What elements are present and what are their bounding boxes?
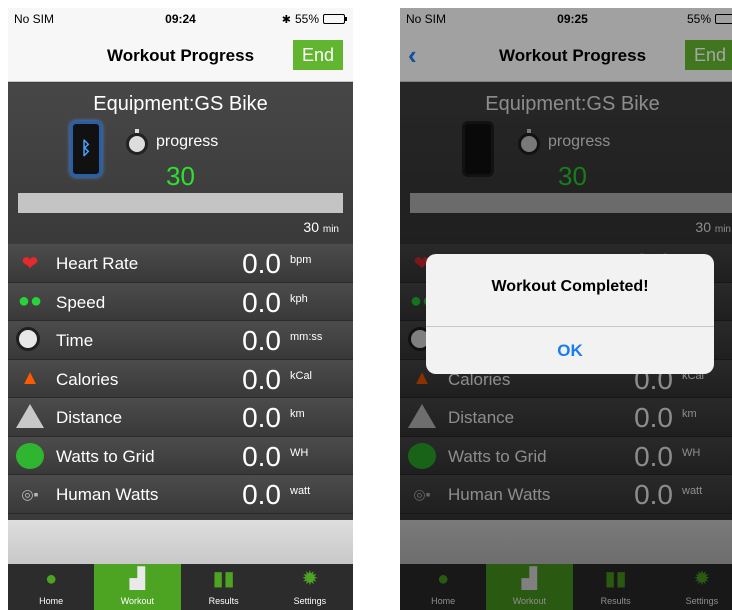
metric-value: 0.0 (242, 325, 281, 356)
duration-label: 30 min (303, 219, 339, 235)
duration-unit: min (322, 224, 339, 235)
road-icon (16, 404, 44, 428)
metric-label: Distance (56, 408, 123, 427)
metric-value: 0.0 (242, 440, 281, 472)
tab-bar: ● Home ▟ Workout ▮▮ Results ✹ Settings (8, 564, 353, 610)
human-watts-icon: ◎▪ (21, 485, 39, 502)
settings-icon: ✹ (301, 568, 319, 590)
equipment-panel: Equipment:GS Bike ᛒ progress 30 30 min (8, 83, 353, 241)
metric-label: Watts to Grid (56, 446, 155, 466)
metric-unit: watt (290, 485, 311, 497)
workout-screen-left: No SIM 09:24 ✱ 55% Workout Progress End … (8, 8, 353, 610)
workout-completed-alert: Workout Completed! OK (426, 254, 714, 374)
status-bar: No SIM 09:24 ✱ 55% (8, 8, 353, 30)
tab-label: Workout (120, 596, 155, 606)
metric-unit: mm:ss (290, 331, 323, 343)
stopwatch-icon (126, 129, 148, 155)
progress-value: 30 (166, 161, 195, 191)
metric-value: 0.0 (242, 479, 281, 510)
tab-label: Settings (293, 596, 327, 606)
results-icon: ▮▮ (212, 568, 235, 590)
nav-bar: Workout Progress End (8, 30, 353, 82)
stopwatch-icon (16, 327, 40, 351)
alert-ok-button[interactable]: OK (426, 327, 714, 374)
equipment-name: Equipment:GS Bike (93, 93, 268, 115)
metrics-list: ❤ Heart Rate 0.0 bpm ●● Speed 0.0 kph Ti… (8, 244, 353, 514)
metric-label: Human Watts (56, 485, 159, 504)
workout-screen-right: No SIM 09:25 55% ‹ Workout Progress End … (400, 8, 732, 610)
metric-row-human-watts: ◎▪ Human Watts 0.0 watt (8, 475, 353, 514)
metric-label: Heart Rate (56, 254, 139, 273)
tab-workout[interactable]: ▟ Workout (94, 564, 181, 610)
metric-row-time: Time 0.0 mm:ss (8, 321, 353, 360)
workout-icon: ▟ (129, 568, 146, 590)
battery-icon (323, 14, 347, 24)
metric-row-calories: ▲ Calories 0.0 kCal (8, 359, 353, 398)
battery-percent: 55% (294, 12, 319, 26)
progress-label: progress (156, 133, 219, 150)
duration-value: 30 (303, 219, 319, 235)
heart-icon: ❤ (21, 252, 39, 275)
metric-row-speed: ●● Speed 0.0 kph (8, 282, 353, 321)
metric-value: 0.0 (242, 363, 281, 395)
battery-indicator: ✱ 55% (281, 12, 347, 26)
tab-label: Results (208, 596, 239, 606)
progress-bar-fill (18, 193, 343, 213)
metric-value: 0.0 (242, 402, 281, 433)
tab-label: Home (39, 596, 64, 606)
footprints-icon: ●● (17, 290, 43, 312)
tab-results[interactable]: ▮▮ Results (181, 564, 267, 610)
metric-label: Calories (56, 369, 119, 389)
metric-row-distance: Distance 0.0 km (8, 398, 353, 437)
metric-label: Time (56, 331, 94, 350)
metric-value: 0.0 (242, 248, 281, 279)
metric-value: 0.0 (242, 286, 281, 318)
flame-icon: ▲ (20, 367, 40, 389)
metric-unit: bpm (290, 254, 312, 266)
bluetooth-status-icon: ✱ (281, 13, 291, 26)
metric-row-heart-rate: ❤ Heart Rate 0.0 bpm (8, 244, 353, 283)
metric-unit: km (290, 408, 305, 420)
modal-dim-top (400, 8, 732, 83)
metric-row-watts-to-grid: Watts to Grid 0.0 WH (8, 436, 353, 475)
end-workout-button[interactable]: End (293, 40, 343, 70)
home-icon: ● (45, 568, 58, 590)
tab-settings[interactable]: ✹ Settings (267, 564, 353, 610)
metric-label: Speed (56, 292, 106, 312)
metric-unit: kCal (290, 369, 313, 382)
alert-title: Workout Completed! (491, 278, 649, 295)
tab-home[interactable]: ● Home (8, 564, 94, 610)
grid-power-icon (16, 442, 44, 469)
metric-unit: WH (290, 446, 309, 459)
metric-unit: kph (290, 292, 308, 305)
progress-bar (18, 193, 343, 213)
